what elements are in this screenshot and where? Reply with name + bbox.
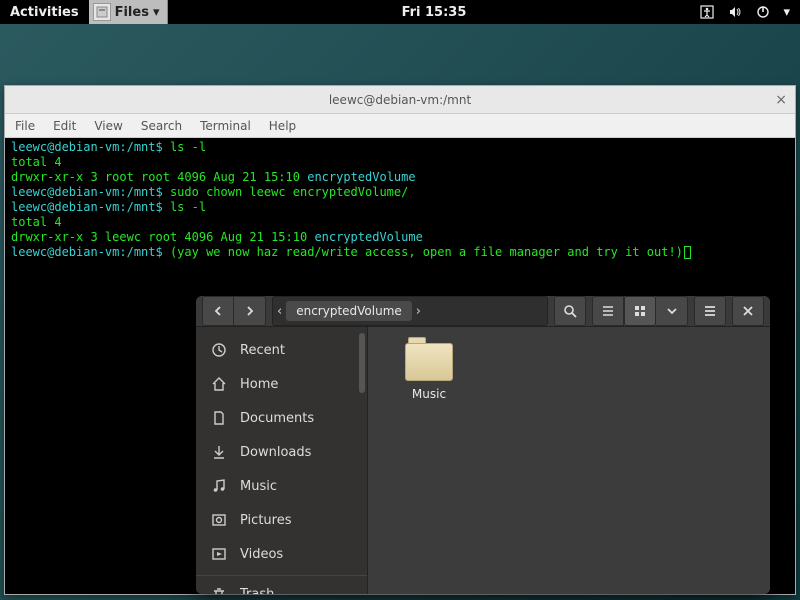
music-icon bbox=[210, 477, 228, 495]
terminal-line: drwxr-xr-x 3 root root 4096 Aug 21 15:10… bbox=[11, 170, 789, 185]
sidebar-scrollbar[interactable] bbox=[359, 333, 365, 393]
caret-down-icon: ▾ bbox=[153, 5, 160, 20]
files-sidebar: Recent Home Documents Downloads Music Picture… bbox=[196, 327, 368, 594]
terminal-line: leewc@debian-vm:/mnt$ ls -l bbox=[11, 200, 789, 215]
pic-icon bbox=[210, 511, 228, 529]
search-button[interactable] bbox=[554, 296, 586, 326]
sidebar-item-videos[interactable]: Videos bbox=[196, 537, 367, 571]
list-icon bbox=[601, 304, 615, 318]
sidebar-item-pictures[interactable]: Pictures bbox=[196, 503, 367, 537]
sidebar-item-label: Recent bbox=[240, 343, 285, 358]
activities-button[interactable]: Activities bbox=[0, 5, 89, 20]
view-options-button[interactable] bbox=[656, 296, 688, 326]
terminal-menubar: File Edit View Search Terminal Help bbox=[5, 114, 795, 138]
close-button[interactable] bbox=[732, 296, 764, 326]
grid-icon bbox=[633, 304, 647, 318]
close-icon[interactable]: × bbox=[775, 92, 787, 108]
sidebar-item-label: Pictures bbox=[240, 513, 291, 528]
down-icon bbox=[210, 443, 228, 461]
sidebar-item-downloads[interactable]: Downloads bbox=[196, 435, 367, 469]
path-chevron-left-icon[interactable]: ‹ bbox=[277, 304, 282, 319]
forward-button[interactable] bbox=[234, 296, 266, 326]
chevron-left-icon bbox=[212, 305, 224, 317]
chevron-right-icon bbox=[244, 305, 256, 317]
terminal-titlebar[interactable]: leewc@debian-vm:/mnt × bbox=[5, 86, 795, 114]
terminal-line: leewc@debian-vm:/mnt$ ls -l bbox=[11, 140, 789, 155]
doc-icon bbox=[210, 409, 228, 427]
back-button[interactable] bbox=[202, 296, 234, 326]
sidebar-item-label: Videos bbox=[240, 547, 283, 562]
volume-icon[interactable] bbox=[727, 4, 743, 20]
hamburger-menu-button[interactable] bbox=[694, 296, 726, 326]
sidebar-item-label: Trash bbox=[240, 587, 274, 594]
accessibility-icon[interactable] bbox=[699, 4, 715, 20]
menu-edit[interactable]: Edit bbox=[53, 119, 76, 133]
gnome-top-panel: Activities Files ▾ Fri 15:35 ▾ bbox=[0, 0, 800, 24]
system-menu-caret-icon[interactable]: ▾ bbox=[783, 5, 790, 20]
menu-search[interactable]: Search bbox=[141, 119, 182, 133]
path-segment[interactable]: encryptedVolume bbox=[286, 301, 412, 321]
trash-icon bbox=[210, 586, 228, 595]
sidebar-item-label: Music bbox=[240, 479, 277, 494]
terminal-line: leewc@debian-vm:/mnt$ sudo chown leewc e… bbox=[11, 185, 789, 200]
files-content[interactable]: Music bbox=[368, 327, 770, 594]
files-launcher-label: Files bbox=[115, 5, 149, 20]
folder-item[interactable]: Music bbox=[384, 343, 474, 401]
terminal-line: total 4 bbox=[11, 155, 789, 170]
terminal-line: leewc@debian-vm:/mnt$ (yay we now haz re… bbox=[11, 245, 789, 260]
files-headerbar: ‹ encryptedVolume › bbox=[196, 296, 770, 327]
search-icon bbox=[563, 304, 577, 318]
terminal-line: drwxr-xr-x 3 leewc root 4096 Aug 21 15:1… bbox=[11, 230, 789, 245]
folder-label: Music bbox=[412, 387, 446, 401]
sidebar-item-label: Home bbox=[240, 377, 278, 392]
path-chevron-right-icon[interactable]: › bbox=[416, 304, 421, 319]
power-icon[interactable] bbox=[755, 4, 771, 20]
chevron-down-icon bbox=[666, 305, 678, 317]
hamburger-icon bbox=[703, 304, 717, 318]
grid-view-button[interactable] bbox=[624, 296, 656, 326]
home-icon bbox=[210, 375, 228, 393]
clock-icon bbox=[210, 341, 228, 359]
files-launcher-button[interactable]: Files ▾ bbox=[89, 0, 169, 24]
menu-help[interactable]: Help bbox=[269, 119, 296, 133]
sidebar-item-music[interactable]: Music bbox=[196, 469, 367, 503]
file-cabinet-icon bbox=[93, 3, 111, 21]
files-window: ‹ encryptedVolume › RecentHomeD bbox=[196, 296, 770, 594]
list-view-button[interactable] bbox=[592, 296, 624, 326]
terminal-title: leewc@debian-vm:/mnt bbox=[5, 93, 795, 107]
sidebar-item-label: Downloads bbox=[240, 445, 311, 460]
terminal-line: total 4 bbox=[11, 215, 789, 230]
sidebar-item-documents[interactable]: Documents bbox=[196, 401, 367, 435]
close-icon bbox=[742, 305, 754, 317]
path-bar[interactable]: ‹ encryptedVolume › bbox=[272, 296, 548, 326]
sidebar-item-label: Documents bbox=[240, 411, 314, 426]
sidebar-item-trash[interactable]: Trash bbox=[196, 575, 367, 594]
menu-file[interactable]: File bbox=[15, 119, 35, 133]
sidebar-item-home[interactable]: Home bbox=[196, 367, 367, 401]
video-icon bbox=[210, 545, 228, 563]
menu-terminal[interactable]: Terminal bbox=[200, 119, 251, 133]
menu-view[interactable]: View bbox=[94, 119, 122, 133]
folder-icon bbox=[405, 343, 453, 381]
sidebar-item-recent[interactable]: Recent bbox=[196, 333, 367, 367]
clock[interactable]: Fri 15:35 bbox=[168, 5, 699, 20]
